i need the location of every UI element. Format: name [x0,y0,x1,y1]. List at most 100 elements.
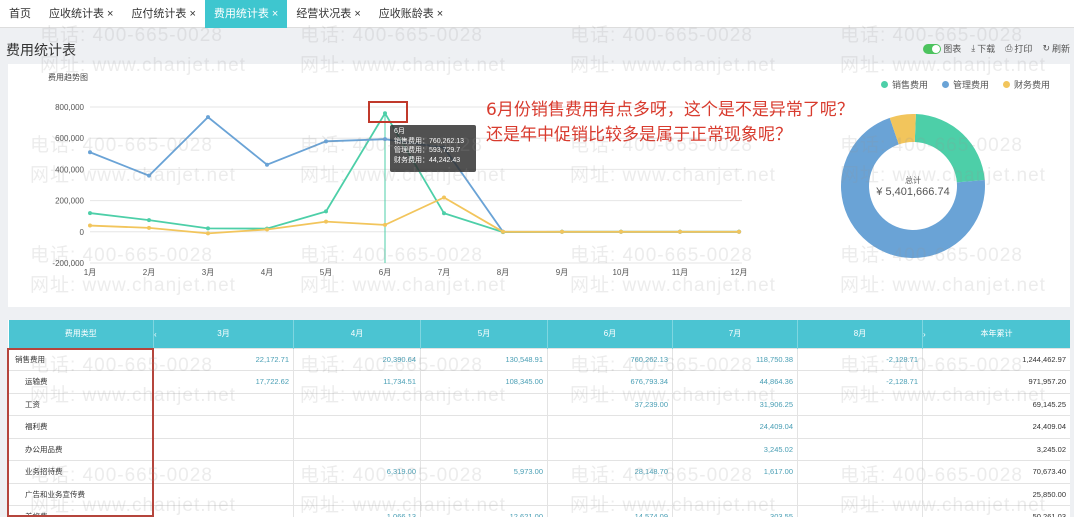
row-total: 24,409.04 [922,415,1070,439]
annotation-line: 还是年中促销比较多是属于正常现象呢？ [486,125,792,145]
table-cell [797,505,923,517]
table-cell [153,460,294,484]
y-tick-label: 600,000 [55,134,84,143]
table-cell: -2,128.71 [797,370,923,394]
row-total: 69,145.25 [922,392,1070,416]
table-cell [293,482,421,506]
table-row: 办公用品费 3,245.02 3,245.02 [8,437,1070,461]
data-point [737,229,741,234]
x-tick-label: 9月 [556,268,568,277]
table-cell: 28,148.70 [547,460,673,484]
tooltip-title: 6月 [394,128,405,135]
annotation-line: 6月份销售费用有点多呀，这个是不是异常了呢？ [486,100,854,120]
table-row: 广告和业务宣传费 25,850.00 [8,482,1070,506]
row-total: 25,850.00 [922,482,1070,506]
table-cell: -2,128.71 [797,347,923,371]
x-tick-label: 8月 [497,268,509,277]
table-cell: 303.55 [672,505,798,517]
data-point [88,223,92,228]
table-cell [547,415,673,439]
data-point [324,219,328,224]
table-cell [797,415,923,439]
table-cell [547,482,673,506]
column-header: 5月 [420,320,548,348]
y-tick-label: 0 [80,228,85,237]
table-row: 工资 37,239.00 31,906.25 69,145.25 [8,392,1070,416]
table-cell: 108,345.00 [420,370,548,394]
table-cell: 22,172.71 [153,347,294,371]
table-cell: 1,066.13 [293,505,421,517]
table-cell [153,482,294,506]
table-cell [153,437,294,461]
annotation-text: 6月份销售费用有点多呀，这个是不是异常了呢？ 还是年中促销比较多是属于正常现象呢… [486,98,854,148]
table-cell [797,437,923,461]
table-cell: 130,548.91 [420,347,548,371]
table-cell [672,482,798,506]
tooltip-line: 销售费用：760,262.13 [394,137,465,145]
column-header: 6月 [547,320,673,348]
table-cell: 20,390.64 [293,347,421,371]
table-row: 业务招待费 6,319.00 5,973.00 28,148.70 1,617.00 70… [8,460,1070,484]
table-cell: 760,262.13 [547,347,673,371]
data-point [147,225,151,230]
table-cell: 3,245.02 [672,437,798,461]
table-cell [420,437,548,461]
row-total: 971,957.20 [922,370,1070,394]
expense-chart: 800,000 600,000 400,000 200,000 0 -200,0001月 2… [52,103,985,277]
row-total: 70,673.40 [922,460,1070,484]
table-cell [547,437,673,461]
x-tick-label: 11月 [672,268,688,277]
table-cell [153,415,294,439]
data-point [147,218,151,223]
x-tick-label: 1月 [84,268,96,277]
table-cell [797,392,923,416]
x-tick-label: 6月 [379,268,391,277]
data-point [324,209,328,214]
column-header: 3月 [153,320,294,348]
table-cell: 44,864.36 [672,370,798,394]
data-point [383,137,387,142]
row-total: 1,244,462.97 [922,347,1070,371]
y-tick-label: 800,000 [55,103,84,112]
column-header: 7月 [672,320,798,348]
data-point [560,229,564,234]
highlight-box [368,101,408,123]
x-tick-label: 5月 [320,268,332,277]
table-cell: 31,906.25 [672,392,798,416]
data-point [442,195,446,200]
table-cell: 11,734.51 [293,370,421,394]
data-point [147,173,151,178]
x-tick-label: 12月 [731,268,748,277]
data-point [265,162,269,167]
y-tick-label: 200,000 [55,197,84,206]
data-point [206,231,210,236]
y-tick-label: -200,000 [52,259,84,268]
table-cell [293,415,421,439]
column-header: 本年累计 [922,320,1070,348]
table-cell: 5,973.00 [420,460,548,484]
highlight-box [7,348,154,517]
chart-tooltip: 6月 销售费用：760,262.13 管理费用：593,729.7 财务费用：4… [390,125,476,172]
table-cell: 17,722.62 [153,370,294,394]
x-tick-label: 10月 [613,268,630,277]
series-line [89,196,739,235]
donut-label: 总计 [905,175,921,185]
table-cell [420,415,548,439]
table-cell [153,505,294,517]
table-cell: 118,750.38 [672,347,798,371]
table-cell: 14,574.09 [547,505,673,517]
data-point [442,211,446,216]
table-cell [153,392,294,416]
table-cell: 6,319.00 [293,460,421,484]
data-point [88,211,92,216]
table-cell: 12,621.00 [420,505,548,517]
tooltip-line: 管理费用：593,729.7 [394,147,461,154]
data-point [383,222,387,227]
data-point [619,229,623,234]
donut-total: ¥ 5,401,666.74 [875,186,949,198]
table-row: 差旅费 1,066.13 12,621.00 14,574.09 303.55 50,26… [8,505,1070,517]
table-cell: 676,793.34 [547,370,673,394]
table-cell [797,460,923,484]
x-tick-label: 3月 [202,268,214,277]
data-point [206,115,210,120]
